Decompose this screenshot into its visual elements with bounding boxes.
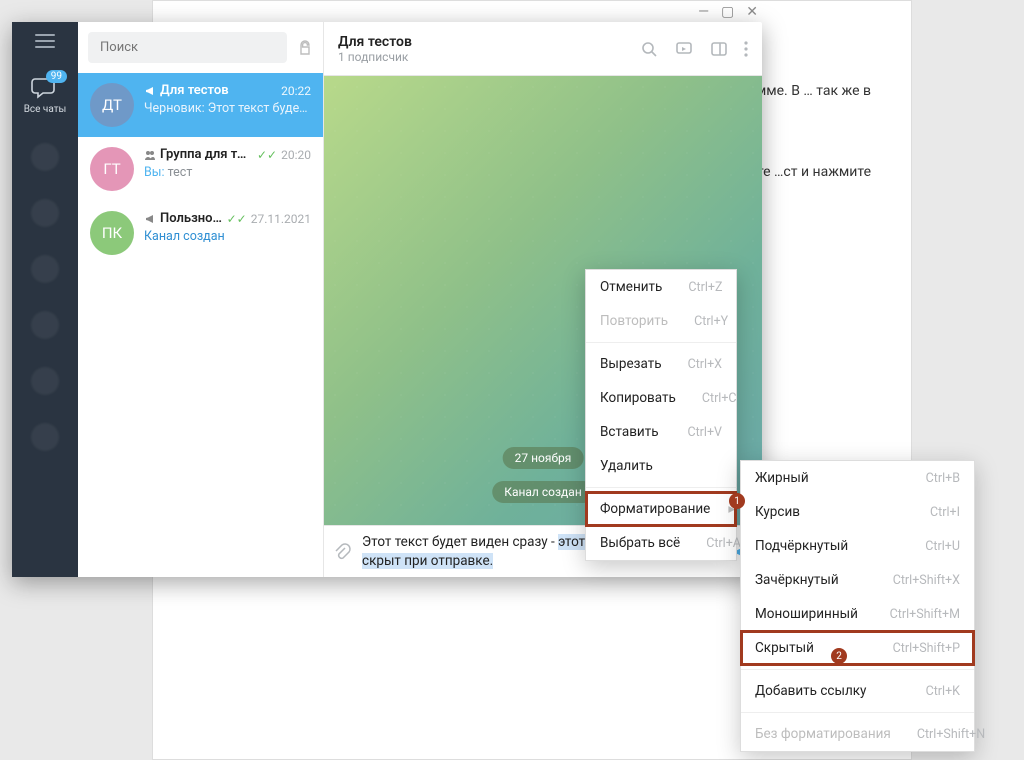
nav-sidebar: 99 Все чаты	[12, 22, 78, 577]
attach-icon[interactable]	[332, 542, 352, 562]
input-text-visible: Этот текст будет виден сразу -	[362, 534, 558, 550]
chat-list-pane: ДТ Для тестов 20:22 Черновик: Этот текст…	[78, 22, 324, 577]
menu-item-label: Вставить	[600, 424, 659, 440]
search-icon[interactable]	[640, 40, 658, 58]
menu-item-label: Жирный	[755, 470, 809, 486]
lock-icon[interactable]	[297, 40, 313, 56]
chat-avatar: ГТ	[90, 147, 134, 191]
context-menu-item[interactable]: Добавить ссылкуCtrl+K	[741, 674, 974, 708]
context-menu-item[interactable]: ВырезатьCtrl+X	[586, 347, 736, 381]
context-menu-item[interactable]: Форматирование▸	[586, 492, 736, 526]
menu-item-label: Форматирование	[600, 501, 710, 517]
menu-item-label: Вырезать	[600, 356, 662, 372]
menu-item-label: Повторить	[600, 313, 668, 329]
read-ticks-icon: ✓✓	[227, 212, 247, 226]
context-menu-item[interactable]: КопироватьCtrl+C	[586, 381, 736, 415]
more-icon[interactable]	[744, 40, 748, 58]
chat-list-item[interactable]: ГТ Группа для те… ✓✓ 20:20 Вы: тест	[78, 137, 323, 201]
chat-time: 20:20	[281, 148, 311, 162]
context-menu-item[interactable]: СкрытыйCtrl+Shift+P	[741, 631, 974, 665]
chat-time: 27.11.2021	[251, 212, 311, 226]
context-menu-item: Без форматированияCtrl+Shift+N	[741, 717, 974, 751]
chat-time: 20:22	[281, 84, 311, 98]
chat-preview: Вы: тест	[144, 165, 311, 180]
date-pill: 27 ноября	[503, 447, 584, 469]
chat-type-icon	[144, 149, 156, 161]
nav-item-ghost	[31, 311, 59, 339]
menu-item-label: Копировать	[600, 390, 676, 406]
context-menu-item[interactable]: МоноширинныйCtrl+Shift+M	[741, 597, 974, 631]
menu-icon[interactable]	[35, 34, 55, 48]
context-menu-item[interactable]: ОтменитьCtrl+Z	[586, 270, 736, 304]
menu-item-label: Зачёркнутый	[755, 572, 839, 588]
window-controls: — ▢ ✕	[698, 4, 758, 20]
unread-badge: 99	[46, 70, 67, 83]
formatting-submenu: ЖирныйCtrl+BКурсивCtrl+IПодчёркнутыйCtrl…	[740, 460, 975, 752]
chat-name: Группа для те…	[160, 147, 253, 162]
annotation-badge-1: 1	[729, 493, 745, 509]
menu-item-label: Выбрать всё	[600, 535, 680, 551]
minimize-button[interactable]: —	[698, 4, 709, 20]
menu-item-label: Моноширинный	[755, 606, 858, 622]
conversation-header: Для тестов 1 подписчик	[324, 22, 762, 76]
close-button[interactable]: ✕	[746, 4, 758, 20]
context-menu-item[interactable]: Удалить	[586, 449, 736, 483]
chat-title: Для тестов	[338, 34, 412, 50]
context-menu-item[interactable]: ПодчёркнутыйCtrl+U	[741, 529, 974, 563]
menu-item-label: Добавить ссылку	[755, 683, 866, 699]
context-menu-item[interactable]: Выбрать всёCtrl+A	[586, 526, 736, 560]
chat-preview: Черновик: Этот текст будет …	[144, 101, 311, 116]
chat-preview: Канал создан	[144, 229, 311, 244]
chat-name: Для тестов	[160, 83, 277, 98]
nav-item-ghost	[31, 255, 59, 283]
chat-type-icon	[144, 85, 156, 97]
search-input[interactable]	[88, 32, 287, 63]
read-ticks-icon: ✓✓	[257, 148, 277, 162]
chat-name: Пользно…	[160, 211, 223, 226]
context-menu: ОтменитьCtrl+ZПовторитьCtrl+Y ВырезатьCtr…	[585, 269, 737, 561]
side-panel-icon[interactable]	[710, 40, 728, 58]
annotation-badge-2: 2	[831, 648, 847, 664]
nav-item-ghost	[31, 199, 59, 227]
context-menu-item[interactable]: ЗачёркнутыйCtrl+Shift+X	[741, 563, 974, 597]
chat-type-icon	[144, 213, 156, 225]
nav-item-ghost	[31, 367, 59, 395]
menu-item-label: Курсив	[755, 504, 800, 520]
nav-item-ghost	[31, 143, 59, 171]
context-menu-item[interactable]: ВставитьCtrl+V	[586, 415, 736, 449]
menu-item-label: Подчёркнутый	[755, 538, 848, 554]
chat-avatar: ДТ	[90, 83, 134, 127]
menu-item-label: Без форматирования	[755, 726, 891, 742]
chat-list-item[interactable]: ПК Пользно… ✓✓ 27.11.2021 Канал создан	[78, 201, 323, 265]
context-menu-item: ПовторитьCtrl+Y	[586, 304, 736, 338]
chat-avatar: ПК	[90, 211, 134, 255]
nav-item-ghost	[31, 423, 59, 451]
maximize-button[interactable]: ▢	[721, 4, 734, 20]
all-chats-icon[interactable]: 99	[31, 76, 59, 100]
stream-icon[interactable]	[674, 40, 694, 58]
context-menu-item[interactable]: КурсивCtrl+I	[741, 495, 974, 529]
chat-subtitle: 1 подписчик	[338, 50, 412, 64]
menu-item-label: Скрытый	[755, 640, 814, 656]
menu-item-label: Удалить	[600, 458, 653, 474]
context-menu-item[interactable]: ЖирныйCtrl+B	[741, 461, 974, 495]
all-chats-label: Все чаты	[24, 104, 67, 115]
chat-list-item[interactable]: ДТ Для тестов 20:22 Черновик: Этот текст…	[78, 73, 323, 137]
menu-item-label: Отменить	[600, 279, 662, 295]
service-message: Канал создан	[492, 481, 594, 503]
